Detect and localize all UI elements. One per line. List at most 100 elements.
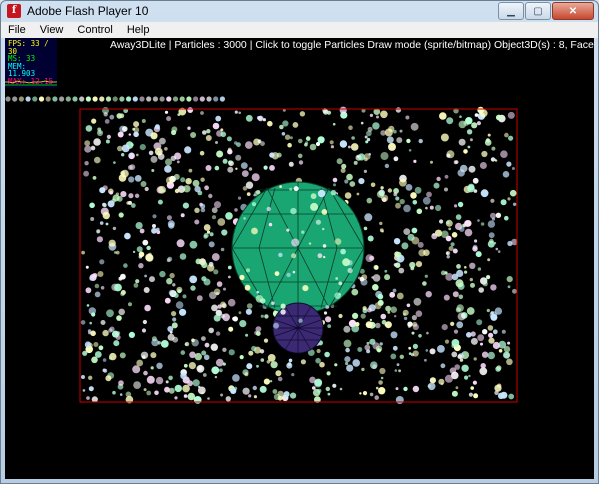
particle xyxy=(263,378,270,385)
particle xyxy=(360,313,366,319)
particle xyxy=(91,356,98,364)
particle xyxy=(380,130,386,136)
particle xyxy=(299,111,306,117)
particle xyxy=(308,242,312,245)
particle xyxy=(415,261,423,268)
particle xyxy=(489,238,494,244)
particle xyxy=(217,218,226,226)
particle xyxy=(392,288,397,293)
particle xyxy=(133,131,139,138)
scene-3d[interactable] xyxy=(5,38,594,479)
particle xyxy=(154,124,160,130)
particle xyxy=(215,292,220,296)
menu-file[interactable]: File xyxy=(1,24,33,36)
particle xyxy=(259,349,265,354)
particle xyxy=(380,376,384,380)
particle xyxy=(298,160,304,165)
particle xyxy=(325,316,332,323)
particle xyxy=(464,266,467,269)
particle xyxy=(487,351,495,360)
particle xyxy=(403,312,406,316)
particle xyxy=(508,393,515,400)
particle xyxy=(507,285,511,289)
particle xyxy=(503,346,511,353)
particle xyxy=(141,328,147,333)
particle xyxy=(495,212,502,218)
particle xyxy=(179,308,187,316)
particle xyxy=(330,145,334,149)
particle xyxy=(239,355,244,360)
particle xyxy=(146,245,151,251)
menu-help[interactable]: Help xyxy=(120,24,157,36)
particle xyxy=(172,317,177,322)
particle xyxy=(454,160,459,164)
particle xyxy=(118,212,124,218)
particle xyxy=(232,316,237,321)
particle xyxy=(235,167,238,170)
particle xyxy=(174,188,180,194)
particle xyxy=(85,287,92,294)
particle xyxy=(132,96,138,102)
particle xyxy=(174,396,178,400)
particle xyxy=(403,204,411,213)
particle xyxy=(480,363,486,369)
particle xyxy=(326,371,331,376)
particle xyxy=(276,152,282,158)
particle xyxy=(302,285,309,292)
particle xyxy=(470,386,475,390)
particle xyxy=(408,346,412,350)
particle xyxy=(287,142,292,148)
particle xyxy=(392,345,398,351)
particle xyxy=(339,140,348,148)
particle xyxy=(152,224,156,228)
particle xyxy=(381,319,387,325)
particle xyxy=(238,311,242,315)
particle xyxy=(182,384,190,393)
particle xyxy=(396,292,404,300)
particle xyxy=(291,238,300,247)
particle xyxy=(321,209,328,215)
particle xyxy=(474,239,478,243)
particle xyxy=(194,185,201,193)
particle xyxy=(390,306,398,314)
particle xyxy=(186,96,192,102)
particle xyxy=(201,350,207,356)
minimize-icon[interactable]: ▁ xyxy=(498,2,524,20)
particle xyxy=(427,382,436,391)
particle xyxy=(25,96,31,102)
maximize-icon[interactable]: ▢ xyxy=(525,2,551,20)
particle xyxy=(501,329,506,334)
menu-view[interactable]: View xyxy=(33,24,71,36)
particle xyxy=(239,274,245,280)
particle xyxy=(140,351,149,359)
particle xyxy=(440,363,446,369)
particle xyxy=(279,124,284,130)
particle xyxy=(117,145,123,152)
particle xyxy=(395,387,399,391)
particle xyxy=(384,163,390,169)
title-bar[interactable]: f Adobe Flash Player 10 ▁ ▢ ✕ xyxy=(1,1,598,21)
particle xyxy=(138,263,144,269)
particle xyxy=(374,395,380,400)
particle xyxy=(248,350,254,356)
particle xyxy=(103,112,108,117)
particle xyxy=(426,331,429,335)
particle xyxy=(118,380,124,386)
particle xyxy=(151,227,157,234)
particle xyxy=(99,96,105,102)
particle xyxy=(445,251,451,256)
menu-control[interactable]: Control xyxy=(70,24,119,36)
close-icon[interactable]: ✕ xyxy=(552,2,594,20)
particle xyxy=(94,156,101,164)
particle xyxy=(436,176,441,182)
particle xyxy=(206,230,211,234)
particle xyxy=(154,390,159,396)
particle xyxy=(189,275,198,284)
particle xyxy=(203,233,209,238)
particle xyxy=(478,287,485,293)
particle xyxy=(317,136,325,144)
flash-stage[interactable]: FPS: 33 / 30 MS: 33 MEM: 11.903 MAX: 12.… xyxy=(5,38,594,479)
particle xyxy=(143,287,150,293)
particle xyxy=(134,175,142,182)
particle xyxy=(150,132,158,140)
